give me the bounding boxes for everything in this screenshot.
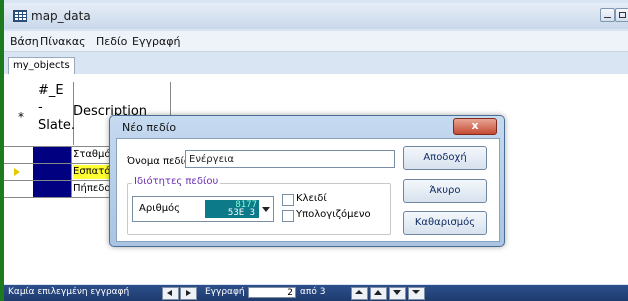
computed-checkbox[interactable] (282, 210, 294, 222)
arrow-up-icon (374, 290, 382, 295)
column-header-id-line3: Slate. (38, 118, 76, 133)
arrow-left-icon (167, 290, 172, 296)
field-name-input[interactable]: Ενέργεια (185, 150, 395, 168)
key-checkbox[interactable] (282, 194, 294, 206)
column-header-id[interactable]: #_E - Slate. (36, 82, 76, 145)
record-label: Εγγραφή (205, 287, 245, 297)
main-window: map_data Βάση Πίνακας Πεδίο Εγγραφή my_o… (0, 0, 628, 301)
menu-database[interactable]: Βάση (10, 35, 39, 48)
arrow-down-icon (393, 290, 401, 295)
new-field-dialog: Νέο πεδίο x Όνομα πεδίου Ενέργεια Ιδιότη… (109, 115, 505, 247)
ok-button[interactable]: Αποδοχή (403, 146, 487, 170)
menu-field[interactable]: Πεδίο (96, 35, 127, 48)
first-record-icon (355, 290, 363, 294)
column-header-id-line1: #_E (38, 83, 64, 98)
number-type-icon: 8177 53E 3 (205, 200, 259, 218)
dialog-close-button[interactable]: x (453, 118, 497, 135)
minimize-button[interactable] (600, 8, 615, 22)
field-type-value: Αριθμός (139, 203, 181, 214)
field-type-select[interactable]: Αριθμός 8177 53E 3 (132, 196, 274, 222)
current-row-arrow-icon (14, 168, 20, 176)
id-cell[interactable] (33, 164, 72, 180)
table-icon (13, 10, 27, 22)
selection-status: Καμία επιλεγμένη εγγραφή (8, 287, 130, 297)
status-bar: Καμία επιλεγμένη εγγραφή Εγγραφή 2 από 3 (4, 285, 628, 301)
key-label: Κλειδί (296, 193, 327, 204)
nav-prev-button[interactable] (162, 287, 179, 300)
title-bar: map_data (4, 3, 628, 29)
clear-button[interactable]: Καθαρισμός (403, 211, 487, 235)
nav-first-button[interactable] (351, 287, 368, 300)
tab-strip: my_objects (4, 56, 628, 75)
menu-table[interactable]: Πίνακας (40, 35, 86, 48)
field-properties-group: Ιδιότητες πεδίου Αριθμός 8177 53E 3 Κλει… (127, 176, 391, 235)
id-cell[interactable] (33, 147, 72, 163)
row-selector[interactable] (4, 164, 33, 180)
tab-my-objects[interactable]: my_objects (8, 57, 75, 74)
menu-record[interactable]: Εγγραφή (132, 35, 180, 48)
id-cell[interactable] (33, 181, 72, 197)
arrow-right-icon (186, 290, 191, 296)
computed-label: Υπολογιζόμενο (296, 209, 371, 220)
maximize-button[interactable] (615, 8, 628, 22)
row-selector[interactable] (4, 181, 33, 197)
nav-down-button[interactable] (389, 287, 406, 300)
last-record-icon (412, 290, 420, 294)
chevron-down-icon[interactable] (262, 207, 270, 212)
new-row-marker: * (18, 110, 24, 124)
field-properties-legend: Ιδιότητες πεδίου (132, 176, 221, 187)
nav-next-button[interactable] (180, 287, 197, 300)
cancel-button[interactable]: Άκυρο (403, 179, 487, 203)
nav-last-button[interactable] (408, 287, 425, 300)
record-total: από 3 (300, 287, 326, 297)
nav-up-button[interactable] (370, 287, 387, 300)
window-title: map_data (31, 9, 91, 23)
menu-bar: Βάση Πίνακας Πεδίο Εγγραφή (4, 31, 628, 52)
dialog-title: Νέο πεδίο (122, 121, 177, 134)
row-selector[interactable] (4, 147, 33, 163)
record-number-input[interactable]: 2 (248, 287, 296, 298)
dialog-body: Όνομα πεδίου Ενέργεια Ιδιότητες πεδίου Α… (116, 138, 500, 242)
column-header-id-line2: - (38, 100, 43, 115)
number-icon-bottom-text: 53E 3 (227, 208, 255, 218)
